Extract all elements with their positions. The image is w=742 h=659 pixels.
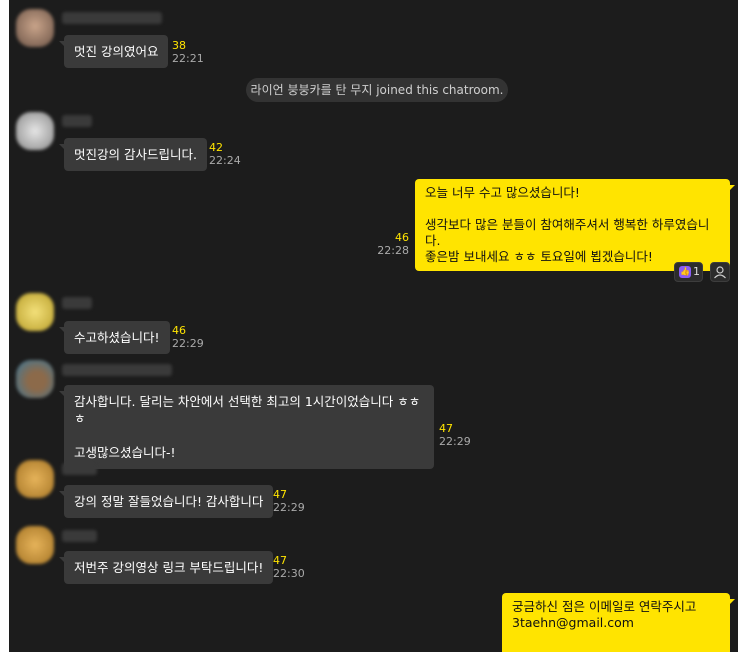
unread-count: 47	[439, 422, 453, 435]
user-icon	[714, 266, 726, 279]
message-meta: 38 22:21	[172, 39, 204, 65]
sender-name	[62, 115, 92, 127]
message-bubble[interactable]: 감사합니다. 달리는 차안에서 선택한 최고의 1시간이었습니다 ㅎㅎㅎ 고생많…	[59, 385, 434, 469]
avatar[interactable]	[16, 526, 54, 564]
message-bubble[interactable]: 멋진강의 감사드립니다.	[59, 138, 207, 171]
profile-reaction-button[interactable]	[710, 262, 730, 282]
my-message-bubble[interactable]: 궁금하신 점은 이메일로 연락주시고 3taehn@gmail.com	[502, 593, 735, 652]
avatar[interactable]	[16, 112, 54, 150]
timestamp: 22:29	[172, 337, 204, 350]
sender-name	[62, 463, 97, 475]
reaction-badge[interactable]: 👍 1	[674, 262, 703, 282]
message-meta: 47 22:29	[273, 488, 305, 514]
message-meta: 42 22:24	[209, 141, 241, 167]
message-meta: 47 22:29	[439, 422, 471, 448]
thumbs-up-icon: 👍	[679, 266, 691, 278]
timestamp: 22:29	[273, 501, 305, 514]
message-meta: 46 22:29	[172, 324, 204, 350]
avatar[interactable]	[16, 360, 54, 398]
unread-count: 47	[273, 554, 287, 567]
message-bubble[interactable]: 멋진 강의였어요	[58, 35, 169, 68]
message-meta: 46 22:28	[364, 231, 409, 257]
avatar[interactable]	[16, 293, 54, 331]
unread-count: 46	[172, 324, 186, 337]
unread-count: 38	[172, 39, 186, 52]
message-bubble[interactable]: 수고하셨습니다!	[59, 321, 170, 354]
message-bubble[interactable]: 강의 정말 잘들었습니다! 감사합니다	[58, 485, 274, 518]
sender-name	[62, 364, 172, 376]
unread-count: 42	[209, 141, 223, 154]
chat-room: 멋진 강의였어요 38 22:21 라이언 붕붕카를 탄 무지 joined t…	[9, 0, 738, 652]
unread-count: 46	[395, 231, 409, 244]
timestamp: 22:24	[209, 154, 241, 167]
sender-name	[62, 12, 162, 24]
timestamp: 22:21	[172, 52, 204, 65]
message-bubble[interactable]: 저번주 강의영상 링크 부탁드립니다!	[58, 551, 274, 584]
join-notice: 라이언 붕붕카를 탄 무지 joined this chatroom.	[246, 78, 508, 102]
avatar[interactable]	[16, 460, 54, 498]
sender-name	[62, 297, 92, 309]
my-message-bubble[interactable]: 오늘 너무 수고 많으셨습니다! 생각보다 많은 분들이 참여해주셔서 행복한 …	[415, 179, 735, 271]
timestamp: 22:29	[439, 435, 471, 448]
timestamp: 22:28	[377, 244, 409, 257]
message-meta: 47 22:30	[273, 554, 305, 580]
avatar[interactable]	[16, 9, 54, 47]
unread-count: 47	[273, 488, 287, 501]
sender-name	[62, 530, 97, 542]
reaction-count: 1	[693, 265, 700, 278]
timestamp: 22:30	[273, 567, 305, 580]
